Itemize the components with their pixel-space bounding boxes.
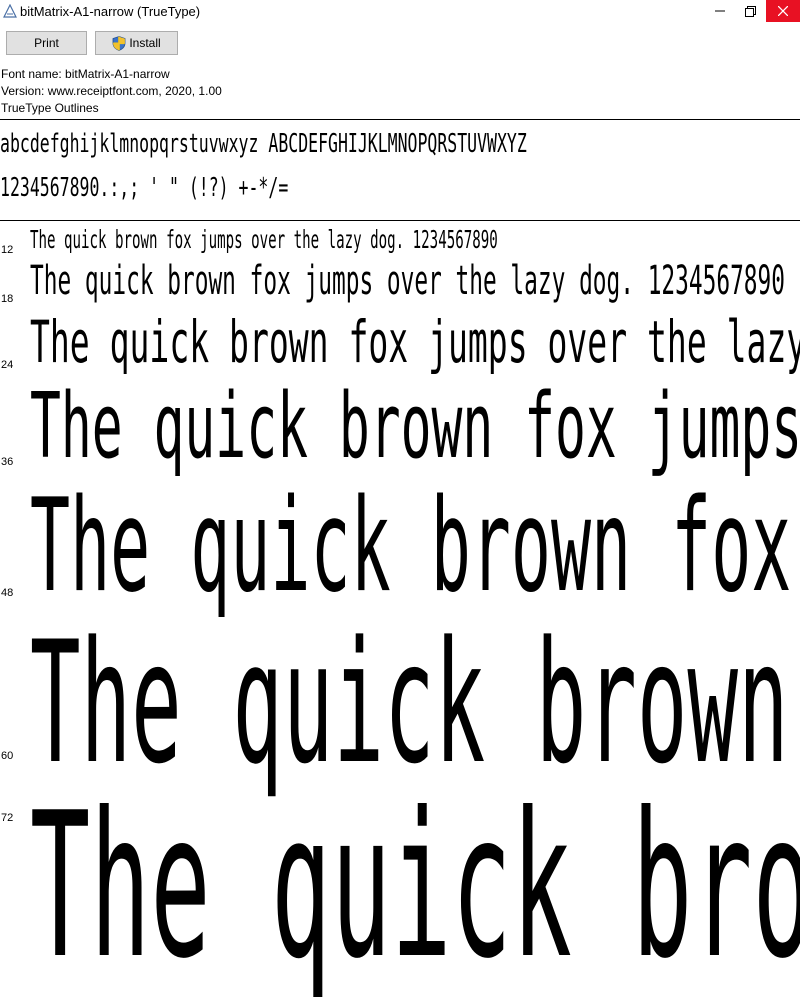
minimize-icon xyxy=(715,10,725,12)
divider-top xyxy=(0,119,800,120)
sample-text-72: The quick brown fox jumps over the lazy … xyxy=(30,770,800,1003)
minimize-button[interactable] xyxy=(706,0,734,22)
window-title: bitMatrix-A1-narrow (TrueType) xyxy=(20,4,201,19)
install-button[interactable]: Install xyxy=(95,31,178,55)
sample-text-36: The quick brown fox jumps over the lazy … xyxy=(30,374,800,479)
divider-bottom xyxy=(0,220,800,221)
size-label-36: 36 xyxy=(1,456,14,468)
sample-text-48: The quick brown fox jumps over the lazy … xyxy=(30,472,800,621)
font-viewer-app-icon xyxy=(3,4,17,18)
uac-shield-icon xyxy=(112,35,126,51)
sample-text-12: The quick brown fox jumps over the lazy … xyxy=(30,225,498,254)
size-label-60: 60 xyxy=(1,750,14,762)
font-info: Font name: bitMatrix-A1-narrow Version: … xyxy=(1,66,222,117)
close-icon xyxy=(778,6,788,16)
size-label-18: 18 xyxy=(1,293,14,305)
restore-button[interactable] xyxy=(736,0,764,22)
print-button-label: Print xyxy=(34,36,59,50)
size-label-72: 72 xyxy=(1,812,14,824)
font-name-text: Font name: bitMatrix-A1-narrow xyxy=(1,67,170,81)
install-button-label: Install xyxy=(129,36,161,50)
close-button[interactable] xyxy=(766,0,800,22)
font-outlines-text: TrueType Outlines xyxy=(1,101,99,115)
charset-symbols: 1234567890.:,; ' " (!?) +-*/= xyxy=(0,173,289,203)
size-label-12: 12 xyxy=(1,244,14,256)
toolbar: Print Install xyxy=(0,24,800,64)
size-label-24: 24 xyxy=(1,359,14,371)
size-label-48: 48 xyxy=(1,587,14,599)
font-version-text: Version: www.receiptfont.com, 2020, 1.00 xyxy=(1,84,222,98)
title-bar: bitMatrix-A1-narrow (TrueType) xyxy=(0,0,800,24)
charset-letters: abcdefghijklmnopqrstuvwxyz ABCDEFGHIJKLM… xyxy=(0,129,527,159)
print-button[interactable]: Print xyxy=(6,31,87,55)
sample-text-24: The quick brown fox jumps over the lazy … xyxy=(30,308,800,376)
sample-text-18: The quick brown fox jumps over the lazy … xyxy=(30,258,785,304)
restore-icon xyxy=(744,5,756,17)
